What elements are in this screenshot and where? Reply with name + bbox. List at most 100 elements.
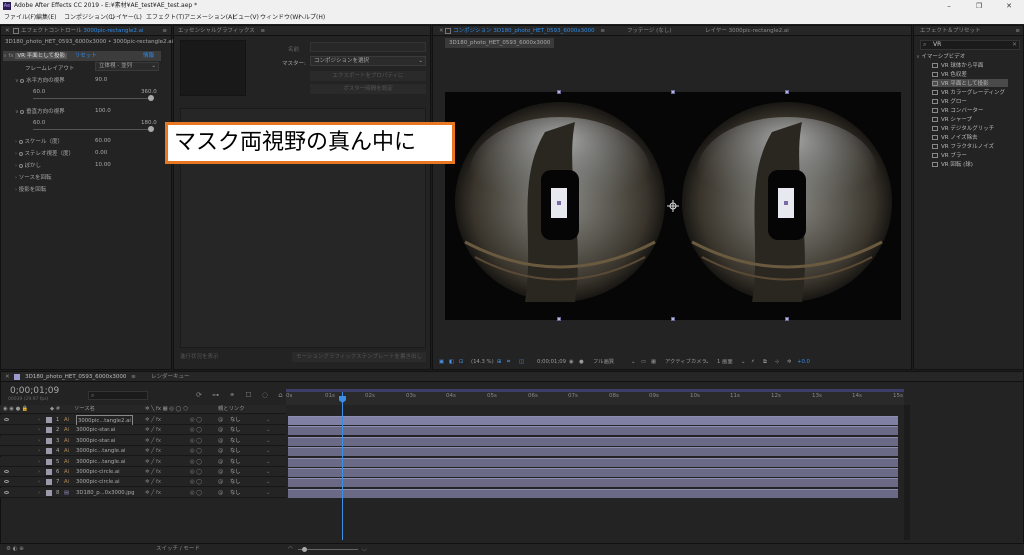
essential-graphics-tab[interactable]: エッセンシャルグラフィックス ≡ xyxy=(174,26,430,36)
chevron-right-icon[interactable]: › xyxy=(38,467,40,477)
chevron-down-icon[interactable]: ∨ xyxy=(15,78,19,84)
maximize-icon[interactable]: ❐ xyxy=(964,0,994,12)
layer-duration-bar[interactable] xyxy=(288,416,898,425)
chevron-right-icon[interactable]: › xyxy=(15,151,17,157)
layer-duration-bar[interactable] xyxy=(288,426,898,436)
zoom-in-icon[interactable]: ◡ xyxy=(362,544,367,555)
close-icon[interactable]: ✕ xyxy=(994,0,1024,12)
chevron-right-icon[interactable]: › xyxy=(38,477,40,487)
parent-pickwhip-icon[interactable]: @ xyxy=(218,446,223,456)
chevron-down-icon[interactable]: ∨ xyxy=(3,53,7,59)
layer-row[interactable]: › 3 Ai 3000pic-star.ai ✲ ╱ fx ◎ ◯ @ なし ⌄ xyxy=(0,435,286,446)
poster-time-button[interactable]: ポスター時間を設定 xyxy=(310,84,426,94)
layer-mode-icons[interactable]: ◎ ◯ xyxy=(190,477,202,487)
menu-file[interactable]: ファイル(F) xyxy=(4,12,36,24)
layer-duration-bar[interactable] xyxy=(288,436,898,446)
close-icon[interactable]: ✕ xyxy=(5,28,10,34)
visibility-eye-icon[interactable] xyxy=(4,415,9,425)
menu-layer[interactable]: レイヤー(L) xyxy=(110,12,142,24)
mask-visibility-icon[interactable]: ⊡ xyxy=(459,356,463,368)
layer-mode-icons[interactable]: ◎ ◯ xyxy=(190,436,202,446)
stopwatch-icon[interactable] xyxy=(18,139,23,144)
transform-handle[interactable] xyxy=(785,317,789,321)
layer-row[interactable]: › 7 Ai 3000pic-circle.ai ✲ ╱ fx ◎ ◯ @ なし ⌄ xyxy=(0,477,286,488)
transform-handle[interactable] xyxy=(671,317,675,321)
category-immersive-video[interactable]: ∨ イマーシブビデオ xyxy=(916,52,965,60)
effect-item[interactable]: VR シャープ xyxy=(932,115,972,123)
parent-select[interactable]: なし xyxy=(230,436,241,446)
stereo-value[interactable]: 0.00 xyxy=(95,150,107,156)
menu-effect[interactable]: エフェクト(T) xyxy=(146,12,184,24)
chevron-right-icon[interactable]: › xyxy=(15,175,17,181)
scale-row[interactable]: › スケール（度） xyxy=(15,137,63,145)
layer-name[interactable]: 3000pic...tangle.ai xyxy=(76,446,125,456)
menu-window[interactable]: ウィンドウ(W) xyxy=(260,12,301,24)
master-select[interactable]: コンポジションを選択 ⌄ xyxy=(310,56,426,66)
parent-select[interactable]: なし xyxy=(230,446,241,456)
v-fov-value[interactable]: 100.0 xyxy=(95,108,111,114)
h-fov-value[interactable]: 90.0 xyxy=(95,77,107,83)
close-icon[interactable]: ✕ xyxy=(439,28,444,34)
timeline-zoom-slider[interactable] xyxy=(298,549,358,550)
timeline-tool-icons[interactable]: ⟳ ⊶ ⚭ ☐ ◌ ⌂ xyxy=(196,391,287,399)
layer-mode-icons[interactable]: ◎ ◯ xyxy=(190,425,202,435)
layer-duration-bar[interactable] xyxy=(288,457,898,467)
label-color-swatch[interactable] xyxy=(46,469,52,475)
exposure-icon[interactable]: ✲ xyxy=(787,356,791,368)
footer-toggle-icons[interactable]: ⚙ ◐ ⊕ xyxy=(6,544,24,555)
v-fov-slider[interactable] xyxy=(33,129,153,130)
menu-composition[interactable]: コンポジション(C) xyxy=(64,12,115,24)
color-channel-icon[interactable]: ● xyxy=(579,356,584,368)
layer-switch-icons[interactable]: ✲ ╱ fx xyxy=(145,436,161,446)
layer-name[interactable]: 3000pic-star.ai xyxy=(76,425,115,435)
solo-button[interactable]: 進行状況を表示 xyxy=(180,352,219,360)
close-icon[interactable]: ✕ xyxy=(5,374,10,380)
layer-name[interactable]: 3D180_p...0x3000.jpg xyxy=(76,488,135,498)
visibility-eye-icon[interactable] xyxy=(4,467,9,477)
menu-edit[interactable]: 編集(E) xyxy=(36,12,56,24)
layer-switch-icons[interactable]: ✲ ╱ fx xyxy=(145,477,161,487)
scale-value[interactable]: 60.00 xyxy=(95,138,111,144)
feather-value[interactable]: 10.00 xyxy=(95,162,111,168)
layer-duration-bar[interactable] xyxy=(288,468,898,477)
snapshot-icon[interactable]: ◉ xyxy=(569,356,574,368)
effect-item[interactable]: VR 回転 (球) xyxy=(932,160,973,168)
transform-handle[interactable] xyxy=(785,90,789,94)
panel-menu-icon[interactable]: ≡ xyxy=(131,374,136,380)
layer-row[interactable]: › 6 Ai 3000pic-circle.ai ✲ ╱ fx ◎ ◯ @ なし ⌄ xyxy=(0,467,286,477)
layer-row[interactable]: › 2 Ai 3000pic-star.ai ✲ ╱ fx ◎ ◯ @ なし ⌄ xyxy=(0,425,286,436)
h-fov-row[interactable]: ∨ 水平方向の視界 xyxy=(15,76,65,84)
effect-item[interactable]: VR 球体から平面 xyxy=(932,61,983,69)
label-color-swatch[interactable] xyxy=(46,427,52,434)
effect-item-selected[interactable]: VR 平面として投影 xyxy=(932,79,1008,87)
transparency-icon[interactable]: ◫ xyxy=(519,356,524,368)
resolution-select[interactable]: フル画質 xyxy=(593,356,614,368)
layer-switch-icons[interactable]: ✲ ╱ fx xyxy=(145,488,161,498)
export-mogrt-button[interactable]: モーショングラフィックステンプレートを書き出し xyxy=(292,352,426,362)
effect-item[interactable]: VR グロー xyxy=(932,97,967,105)
viewer-timecode[interactable]: 0;00;01;09 xyxy=(537,356,566,368)
panel-menu-icon[interactable]: ≡ xyxy=(260,28,265,34)
layer-duration-bar[interactable] xyxy=(288,478,898,488)
effect-item[interactable]: VR カラーグレーディング xyxy=(932,88,1005,96)
h-fov-slider[interactable] xyxy=(33,98,153,99)
effects-search-input[interactable]: ⌕ VR ✕ xyxy=(920,40,1020,50)
menu-help[interactable]: ヘルプ(H) xyxy=(298,12,325,24)
panel-menu-icon[interactable]: ≡ xyxy=(600,28,605,34)
parent-select[interactable]: なし xyxy=(230,457,241,467)
layer-duration-bar[interactable] xyxy=(288,488,898,498)
layer-switch-icons[interactable]: ✲ ╱ fx xyxy=(145,457,161,467)
playhead-line[interactable] xyxy=(342,392,343,540)
v-fov-slider-handle[interactable] xyxy=(148,126,154,132)
chevron-right-icon[interactable]: › xyxy=(15,139,17,145)
parent-select[interactable]: なし xyxy=(230,488,241,498)
clear-icon[interactable]: ✕ xyxy=(1012,41,1017,49)
chevron-right-icon[interactable]: › xyxy=(15,187,17,193)
layer-name[interactable]: 3000pic-circle.ai xyxy=(76,467,120,477)
label-color-swatch[interactable] xyxy=(46,448,52,455)
switch-mode-toggle[interactable]: スイッチ / モード xyxy=(156,544,200,555)
parent-pickwhip-icon[interactable]: @ xyxy=(218,467,223,477)
region-of-interest-icon[interactable]: ▭ xyxy=(641,356,646,368)
effect-item[interactable]: VR フラクタルノイズ xyxy=(932,142,994,150)
safe-area-icon[interactable]: ⌗ xyxy=(507,356,510,368)
